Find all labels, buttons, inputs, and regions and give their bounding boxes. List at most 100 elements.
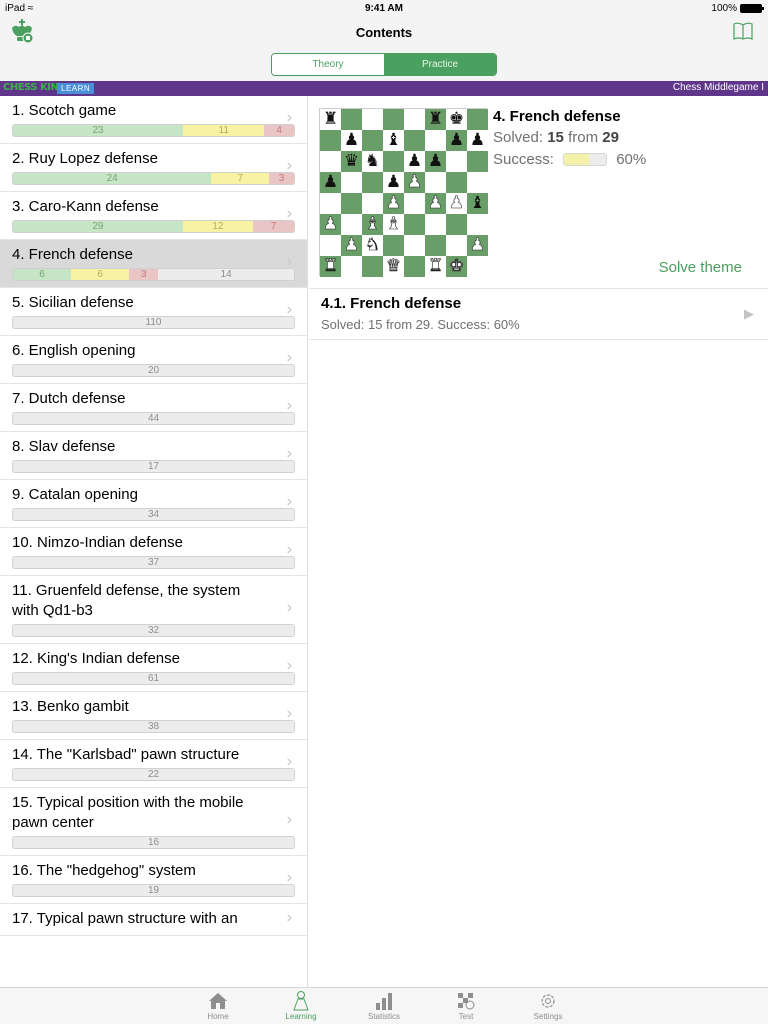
tab-statistics[interactable]: Statistics xyxy=(354,990,414,1021)
board-square xyxy=(446,151,467,172)
white-king-icon: ♚ xyxy=(448,256,465,277)
board-square xyxy=(383,109,404,130)
solved-line: Solved: 15 from 29 xyxy=(493,127,646,149)
partial-segment: 11 xyxy=(183,125,265,136)
progress-bar: 37 xyxy=(12,556,295,569)
black-pawn-icon: ♟ xyxy=(385,172,402,192)
theme-list-item[interactable]: 10. Nimzo-Indian defense › 37 xyxy=(0,528,307,576)
board-square: ♝ xyxy=(362,214,383,235)
solved-segment: 29 xyxy=(13,221,183,232)
tab-learning[interactable]: Learning xyxy=(271,990,331,1021)
white-pawn-icon: ♟ xyxy=(322,214,339,235)
theme-list-item[interactable]: 3. Caro-Kann defense › 29 12 7 xyxy=(0,192,307,240)
subtheme-row[interactable]: 4.1. French defense Solved: 15 from 29. … xyxy=(309,288,768,340)
board-square: ♟ xyxy=(320,172,341,193)
board-square xyxy=(383,151,404,172)
theme-list-item[interactable]: 12. King's Indian defense › 61 xyxy=(0,644,307,692)
theme-list-item[interactable]: 7. Dutch defense › 44 xyxy=(0,384,307,432)
test-icon xyxy=(436,990,496,1012)
tab-test-label: Test xyxy=(458,1012,474,1021)
theme-list-item[interactable]: 6. English opening › 20 xyxy=(0,336,307,384)
tab-test[interactable]: Test xyxy=(436,990,496,1021)
board-square xyxy=(362,256,383,277)
white-knight-icon: ♞ xyxy=(364,235,381,256)
theme-list-item[interactable]: 16. The "hedgehog" system › 19 xyxy=(0,856,307,904)
white-bishop-icon: ♝ xyxy=(364,214,381,235)
progress-bar: 23 11 4 xyxy=(12,124,295,137)
solve-theme-button[interactable]: Solve theme xyxy=(659,259,742,276)
unsolved-segment: 32 xyxy=(13,625,294,636)
unsolved-segment: 16 xyxy=(13,837,294,848)
segment-practice[interactable]: Practice xyxy=(384,54,496,75)
board-square xyxy=(425,214,446,235)
black-rook-icon: ♜ xyxy=(322,109,339,129)
theme-title: 6. English opening xyxy=(12,342,136,359)
play-icon[interactable]: ▶ xyxy=(744,306,754,322)
theme-summary: 4. French defense Solved: 15 from 29 Suc… xyxy=(493,107,646,171)
nav-bar: Contents Theory Practice xyxy=(0,18,768,81)
black-rook-icon: ♜ xyxy=(427,109,444,129)
board-square: ♚ xyxy=(446,109,467,130)
theme-list-item[interactable]: 4. French defense › 6 6 3 14 xyxy=(0,240,307,288)
progress-bar: 24 7 3 xyxy=(12,172,295,185)
board-square: ♟ xyxy=(425,151,446,172)
unsolved-segment: 110 xyxy=(13,317,294,328)
battery-percent: 100% xyxy=(711,3,737,14)
theme-list-item[interactable]: 15. Typical position with the mobile paw… xyxy=(0,788,307,856)
tab-settings[interactable]: Settings xyxy=(518,990,578,1021)
black-pawn-icon: ♟ xyxy=(322,172,339,192)
white-pawn-icon: ♟ xyxy=(469,235,486,256)
theme-list-item[interactable]: 17. Typical pawn structure with an › xyxy=(0,904,307,936)
board-square: ♟ xyxy=(341,130,362,151)
board-square xyxy=(320,151,341,172)
board-square xyxy=(404,109,425,130)
board-square: ♜ xyxy=(425,256,446,277)
board-square: ♟ xyxy=(467,130,488,151)
progress-bar: 110 xyxy=(12,316,295,329)
theme-list-item[interactable]: 8. Slav defense › 17 xyxy=(0,432,307,480)
success-line: Success: 60% xyxy=(493,149,646,171)
theme-list-item[interactable]: 1. Scotch game › 23 11 4 xyxy=(0,96,307,144)
theme-list-item[interactable]: 2. Ruy Lopez defense › 24 7 3 xyxy=(0,144,307,192)
theme-title: 15. Typical position with the mobile paw… xyxy=(12,794,244,831)
board-square: ♜ xyxy=(320,109,341,130)
board-square xyxy=(404,214,425,235)
theme-list-item[interactable]: 5. Sicilian defense › 110 xyxy=(0,288,307,336)
progress-bar: 61 xyxy=(12,672,295,685)
segment-theory[interactable]: Theory xyxy=(272,54,384,75)
theme-detail-panel: ♜ ♜ ♚ ♟ ♝ ♟ ♟ ♛ ♞ ♟ ♟ ♟ ♟ ♟ ♟ ♟ ♟ ♝ ♟ ♝ ♝ ♟ ♞ ♟ ♜ ♛ ♜ ♚ 4. French d… xyxy=(309,96,768,987)
board-square: ♟ xyxy=(341,235,362,256)
tab-home[interactable]: Home xyxy=(188,990,248,1021)
board-square xyxy=(404,235,425,256)
board-square: ♛ xyxy=(383,256,404,277)
board-square xyxy=(467,151,488,172)
success-bar xyxy=(563,153,608,166)
progress-bar: 19 xyxy=(12,884,295,897)
board-square xyxy=(467,109,488,130)
partial-segment: 12 xyxy=(182,221,254,232)
theme-list[interactable]: 1. Scotch game › 23 11 4 2. Ruy Lopez defense… xyxy=(0,96,308,987)
board-square xyxy=(362,109,383,130)
white-queen-icon: ♛ xyxy=(385,256,402,277)
board-square: ♜ xyxy=(320,256,341,277)
chess-board-preview[interactable]: ♜ ♜ ♚ ♟ ♝ ♟ ♟ ♛ ♞ ♟ ♟ ♟ ♟ ♟ ♟ ♟ ♟ ♝ ♟ ♝ ♝ ♟ ♞ ♟ ♜ ♛ ♜ ♚ xyxy=(319,108,488,277)
theme-title: 8. Slav defense xyxy=(12,438,116,455)
board-square xyxy=(404,193,425,214)
theme-list-item[interactable]: 14. The "Karlsbad" pawn structure › 22 xyxy=(0,740,307,788)
theme-list-item[interactable]: 11. Gruenfeld defense, the system with Q… xyxy=(0,576,307,644)
chevron-right-icon: › xyxy=(286,492,292,510)
black-bishop-icon: ♝ xyxy=(469,193,486,213)
white-pawn-icon: ♟ xyxy=(343,235,360,256)
success-label: Success: xyxy=(493,151,554,168)
page-title: Contents xyxy=(355,25,413,40)
theme-list-item[interactable]: 9. Catalan opening › 34 xyxy=(0,480,307,528)
success-percent: 60% xyxy=(616,151,647,168)
book-icon[interactable] xyxy=(733,21,753,41)
board-square xyxy=(320,235,341,256)
success-bar-fill xyxy=(564,154,590,165)
board-square: ♟ xyxy=(404,151,425,172)
theme-list-item[interactable]: 13. Benko gambit › 38 xyxy=(0,692,307,740)
theme-title: 1. Scotch game xyxy=(12,102,117,119)
progress-bar: 32 xyxy=(12,624,295,637)
tab-learning-label: Learning xyxy=(285,1012,317,1021)
